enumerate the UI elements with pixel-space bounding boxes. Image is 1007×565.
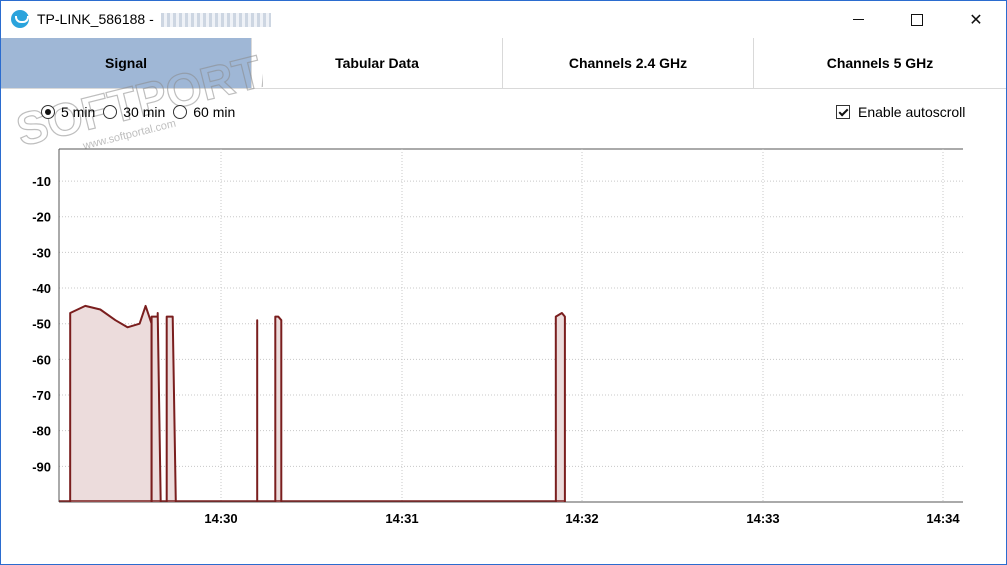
y-tick-label: -10 <box>32 174 51 189</box>
y-tick-label: -30 <box>32 245 51 260</box>
checkbox-indicator[interactable] <box>836 105 850 119</box>
x-tick-label: 14:32 <box>565 511 598 526</box>
y-tick-label: -60 <box>32 352 51 367</box>
x-tick-label: 14:33 <box>746 511 779 526</box>
tab-channels-24[interactable]: Channels 2.4 GHz <box>503 38 754 88</box>
radio-indicator[interactable] <box>41 105 55 119</box>
y-tick-label: -20 <box>32 210 51 225</box>
radio-60-min[interactable]: 60 min <box>173 104 235 120</box>
y-tick-label: -50 <box>32 317 51 332</box>
radio-label: 5 min <box>61 104 96 120</box>
y-tick-label: -80 <box>32 424 51 439</box>
minimize-icon <box>852 19 864 20</box>
radio-label: 30 min <box>123 104 166 120</box>
tab-tabular-data[interactable]: Tabular Data <box>252 38 503 88</box>
close-button[interactable]: ✕ <box>953 1 999 38</box>
autoscroll-label: Enable autoscroll <box>858 104 966 120</box>
y-tick-label: -70 <box>32 388 51 403</box>
tab-signal[interactable]: Signal <box>1 38 252 88</box>
y-tick-label: -40 <box>32 281 51 296</box>
signal-chart: -10 -20 -30 -40 -50 -60 -70 -80 -90 14:30 14:31 14:… <box>32 148 963 526</box>
redacted-text <box>161 13 271 27</box>
minimize-button[interactable] <box>835 1 881 38</box>
close-icon: ✕ <box>969 11 983 29</box>
x-tick-label: 14:31 <box>385 511 418 526</box>
x-tick-label: 14:34 <box>926 511 960 526</box>
radio-indicator[interactable] <box>103 105 118 119</box>
radio-5-min[interactable]: 5 min <box>41 104 95 120</box>
radio-30-min[interactable]: 30 min <box>103 104 165 120</box>
tab-channels-5[interactable]: Channels 5 GHz <box>754 38 1006 88</box>
app-logo-icon <box>11 10 29 28</box>
y-tick-label: -90 <box>32 459 51 474</box>
tab-bar: Signal Tabular Data Channels 2.4 GHz Cha… <box>1 38 1006 89</box>
maximize-button[interactable] <box>894 1 940 38</box>
app-window: TP-LINK_586188 - ✕ Signal Tabular Data C… <box>0 0 1007 565</box>
signal-area <box>555 313 565 502</box>
x-tick-label: 14:30 <box>204 511 237 526</box>
signal-area <box>70 305 152 502</box>
radio-indicator[interactable] <box>173 105 188 119</box>
radio-label: 60 min <box>193 104 236 120</box>
title-bar[interactable]: TP-LINK_586188 - ✕ <box>1 1 1006 38</box>
window-title: TP-LINK_586188 - <box>37 11 154 27</box>
maximize-icon <box>911 13 923 26</box>
autoscroll-checkbox[interactable]: Enable autoscroll <box>836 104 965 120</box>
time-range-group: 5 min 30 min 60 min <box>41 104 243 120</box>
